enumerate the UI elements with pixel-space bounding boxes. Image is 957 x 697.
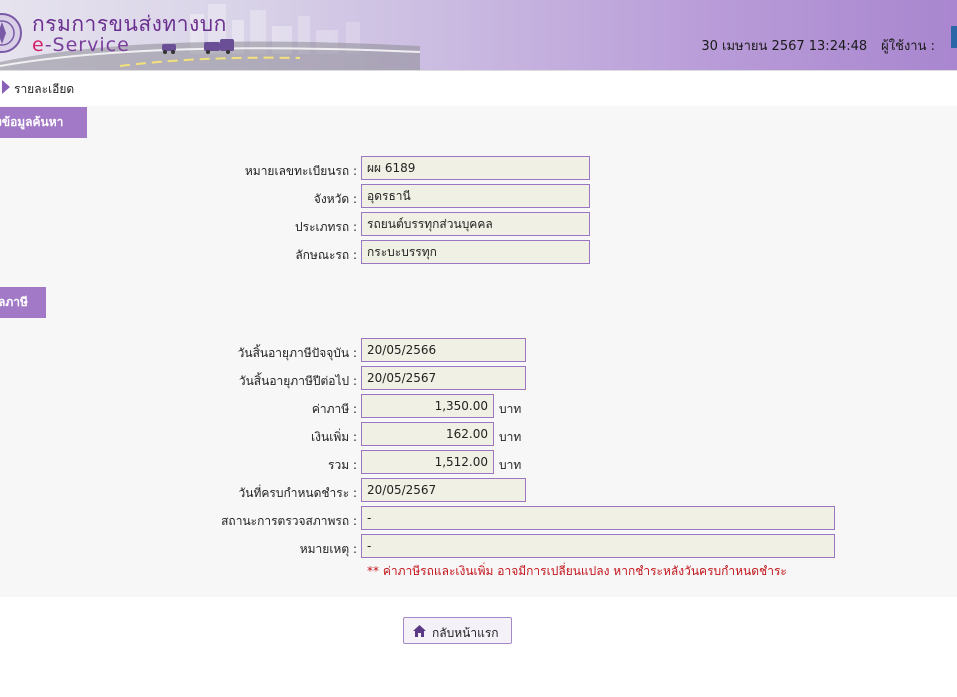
brand-eservice-logo: e-Service	[32, 34, 130, 56]
main-content: งข้อมูลค้นหา หมายเลขทะเบียนรถ : ผผ 6189 …	[0, 106, 957, 597]
department-seal-icon	[0, 13, 22, 53]
surcharge-unit: บาท	[499, 430, 522, 444]
home-icon	[413, 625, 426, 637]
back-to-home-label: กลับหน้าแรก	[432, 626, 499, 640]
section-search-info: งข้อมูลค้นหา	[0, 107, 87, 138]
vehicle-body-field: กระบะบรรทุก	[361, 240, 590, 264]
total-field: 1,512.00	[361, 450, 494, 474]
tax-amount-label: ค่าภาษี :	[311, 402, 357, 416]
breadcrumb-label: รายละเอียด	[14, 82, 75, 96]
section-tax-info: ลภาษี	[0, 287, 46, 318]
plate-label: หมายเลขทะเบียนรถ :	[244, 164, 357, 178]
triangle-right-icon	[2, 80, 10, 94]
total-unit: บาท	[499, 458, 522, 472]
inspection-status-field: -	[361, 506, 835, 530]
next-expiry-field: 20/05/2567	[361, 366, 526, 390]
page-header: กรมการขนส่งทางบก e-Service 30 เมษายน 256…	[0, 0, 957, 70]
surcharge-label: เงินเพิ่ม :	[311, 430, 357, 444]
tax-amount-field: 1,350.00	[361, 394, 494, 418]
remark-label: หมายเหตุ :	[299, 542, 357, 556]
section-tax-title: ลภาษี	[0, 295, 28, 309]
current-expiry-label: วันสิ้นอายุภาษีปัจจุบัน :	[237, 346, 357, 360]
province-field: อุดรธานี	[361, 184, 590, 208]
user-label: ผู้ใช้งาน :	[881, 39, 935, 54]
vehicles-icon	[162, 39, 234, 54]
plate-field: ผผ 6189	[361, 156, 590, 180]
window-edge-tab	[951, 26, 957, 48]
brand-service-text: -Service	[44, 34, 130, 56]
vehicle-type-label: ประเภทรถ :	[295, 220, 357, 234]
tax-change-note: ** ค่าภาษีรถและเงินเพิ่ม อาจมีการเปลี่ยน…	[367, 564, 787, 578]
due-date-field: 20/05/2567	[361, 478, 526, 502]
total-label: รวม :	[328, 458, 357, 472]
inspection-status-label: สถานะการตรวจสภาพรถ :	[221, 514, 357, 528]
province-label: จังหวัด :	[313, 192, 357, 206]
due-date-label: วันที่ครบกำหนดชำระ :	[238, 486, 357, 500]
remark-field: -	[361, 534, 835, 558]
breadcrumb: รายละเอียด	[0, 70, 957, 107]
footer-area	[0, 597, 957, 697]
next-expiry-label: วันสิ้นอายุภาษีปีต่อไป :	[238, 374, 357, 388]
surcharge-field: 162.00	[361, 422, 494, 446]
section-search-title: งข้อมูลค้นหา	[0, 115, 64, 129]
vehicle-type-field: รถยนต์บรรทุกส่วนบุคคล	[361, 212, 590, 236]
back-to-home-button[interactable]: กลับหน้าแรก	[403, 617, 512, 644]
tax-amount-unit: บาท	[499, 402, 522, 416]
vehicle-body-label: ลักษณะรถ :	[295, 248, 357, 262]
current-expiry-field: 20/05/2566	[361, 338, 526, 362]
current-datetime: 30 เมษายน 2567 13:24:48	[701, 39, 868, 54]
brand-e-letter: e	[32, 34, 45, 56]
header-meta: 30 เมษายน 2567 13:24:48 ผู้ใช้งาน :	[701, 35, 935, 56]
